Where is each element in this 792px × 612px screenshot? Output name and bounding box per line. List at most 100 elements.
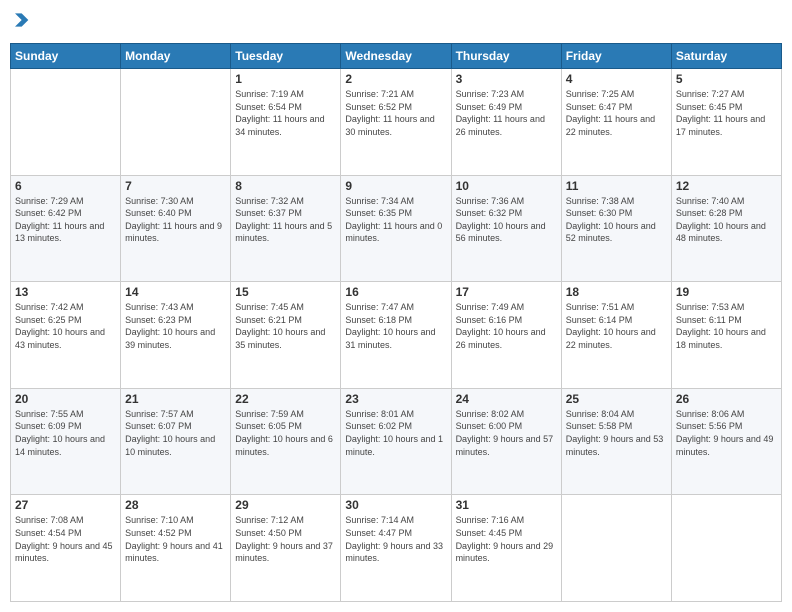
day-number: 9 — [345, 179, 446, 193]
calendar-cell: 29 Sunrise: 7:12 AM Sunset: 4:50 PM Dayli… — [231, 495, 341, 602]
day-detail: Sunrise: 7:51 AM Sunset: 6:14 PM Dayligh… — [566, 301, 667, 351]
day-detail: Sunrise: 7:36 AM Sunset: 6:32 PM Dayligh… — [456, 195, 557, 245]
calendar-cell: 28 Sunrise: 7:10 AM Sunset: 4:52 PM Dayli… — [121, 495, 231, 602]
logo-icon — [10, 10, 30, 30]
calendar-header-monday: Monday — [121, 44, 231, 69]
day-number: 4 — [566, 72, 667, 86]
calendar-cell: 21 Sunrise: 7:57 AM Sunset: 6:07 PM Dayli… — [121, 388, 231, 495]
day-number: 28 — [125, 498, 226, 512]
logo — [10, 10, 32, 35]
calendar-cell: 25Sunrise: 8:04 AM Sunset: 5:58 PM Dayli… — [561, 388, 671, 495]
day-number: 14 — [125, 285, 226, 299]
day-detail: Sunrise: 7:40 AM Sunset: 6:28 PM Dayligh… — [676, 195, 777, 245]
calendar-cell: 11 Sunrise: 7:38 AM Sunset: 6:30 PM Dayli… — [561, 175, 671, 282]
calendar-cell: 9 Sunrise: 7:34 AM Sunset: 6:35 PM Daylig… — [341, 175, 451, 282]
day-number: 21 — [125, 392, 226, 406]
day-number: 23 — [345, 392, 446, 406]
calendar-cell: 24 Sunrise: 8:02 AM Sunset: 6:00 PM Dayli… — [451, 388, 561, 495]
day-number: 29 — [235, 498, 336, 512]
calendar-header-saturday: Saturday — [671, 44, 781, 69]
day-number: 8 — [235, 179, 336, 193]
calendar-cell — [11, 69, 121, 176]
day-detail: Sunrise: 7:45 AM Sunset: 6:21 PM Dayligh… — [235, 301, 336, 351]
day-detail: Sunrise: 7:49 AM Sunset: 6:16 PM Dayligh… — [456, 301, 557, 351]
day-detail: Sunrise: 7:32 AM Sunset: 6:37 PM Dayligh… — [235, 195, 336, 245]
day-detail: Sunrise: 7:43 AM Sunset: 6:23 PM Dayligh… — [125, 301, 226, 351]
day-detail: Sunrise: 8:02 AM Sunset: 6:00 PM Dayligh… — [456, 408, 557, 458]
calendar-header-wednesday: Wednesday — [341, 44, 451, 69]
calendar-cell: 26Sunrise: 8:06 AM Sunset: 5:56 PM Dayli… — [671, 388, 781, 495]
day-number: 18 — [566, 285, 667, 299]
day-number: 17 — [456, 285, 557, 299]
calendar-cell: 14 Sunrise: 7:43 AM Sunset: 6:23 PM Dayli… — [121, 282, 231, 389]
day-detail: Sunrise: 7:57 AM Sunset: 6:07 PM Dayligh… — [125, 408, 226, 458]
calendar-cell — [121, 69, 231, 176]
day-detail: Sunrise: 7:34 AM Sunset: 6:35 PM Dayligh… — [345, 195, 446, 245]
calendar-cell: 16 Sunrise: 7:47 AM Sunset: 6:18 PM Dayli… — [341, 282, 451, 389]
day-number: 3 — [456, 72, 557, 86]
calendar-header-tuesday: Tuesday — [231, 44, 341, 69]
day-number: 26 — [676, 392, 777, 406]
calendar-week-3: 13 Sunrise: 7:42 AM Sunset: 6:25 PM Dayli… — [11, 282, 782, 389]
calendar-header-row: SundayMondayTuesdayWednesdayThursdayFrid… — [11, 44, 782, 69]
calendar-cell: 27 Sunrise: 7:08 AM Sunset: 4:54 PM Dayli… — [11, 495, 121, 602]
day-detail: Sunrise: 8:01 AM Sunset: 6:02 PM Dayligh… — [345, 408, 446, 458]
day-detail: Sunrise: 7:53 AM Sunset: 6:11 PM Dayligh… — [676, 301, 777, 351]
calendar-cell: 30 Sunrise: 7:14 AM Sunset: 4:47 PM Dayli… — [341, 495, 451, 602]
calendar-cell — [561, 495, 671, 602]
calendar-header-thursday: Thursday — [451, 44, 561, 69]
calendar-cell: 13 Sunrise: 7:42 AM Sunset: 6:25 PM Dayli… — [11, 282, 121, 389]
day-number: 16 — [345, 285, 446, 299]
day-detail: Sunrise: 7:55 AM Sunset: 6:09 PM Dayligh… — [15, 408, 116, 458]
day-detail: Sunrise: 7:42 AM Sunset: 6:25 PM Dayligh… — [15, 301, 116, 351]
day-detail: Sunrise: 7:16 AM Sunset: 4:45 PM Dayligh… — [456, 514, 557, 564]
calendar-cell: 15Sunrise: 7:45 AM Sunset: 6:21 PM Dayli… — [231, 282, 341, 389]
calendar-cell: 5Sunrise: 7:27 AM Sunset: 6:45 PM Daylig… — [671, 69, 781, 176]
calendar-week-5: 27 Sunrise: 7:08 AM Sunset: 4:54 PM Dayli… — [11, 495, 782, 602]
calendar-header-sunday: Sunday — [11, 44, 121, 69]
day-detail: Sunrise: 7:10 AM Sunset: 4:52 PM Dayligh… — [125, 514, 226, 564]
calendar-cell: 23 Sunrise: 8:01 AM Sunset: 6:02 PM Dayli… — [341, 388, 451, 495]
calendar-cell: 31 Sunrise: 7:16 AM Sunset: 4:45 PM Dayli… — [451, 495, 561, 602]
calendar-cell: 7 Sunrise: 7:30 AM Sunset: 6:40 PM Daylig… — [121, 175, 231, 282]
day-number: 24 — [456, 392, 557, 406]
day-number: 27 — [15, 498, 116, 512]
calendar: SundayMondayTuesdayWednesdayThursdayFrid… — [10, 43, 782, 602]
calendar-cell: 20 Sunrise: 7:55 AM Sunset: 6:09 PM Dayli… — [11, 388, 121, 495]
calendar-cell: 10Sunrise: 7:36 AM Sunset: 6:32 PM Dayli… — [451, 175, 561, 282]
calendar-cell: 22Sunrise: 7:59 AM Sunset: 6:05 PM Dayli… — [231, 388, 341, 495]
day-number: 2 — [345, 72, 446, 86]
calendar-week-1: 1Sunrise: 7:19 AM Sunset: 6:54 PM Daylig… — [11, 69, 782, 176]
day-number: 12 — [676, 179, 777, 193]
day-detail: Sunrise: 7:21 AM Sunset: 6:52 PM Dayligh… — [345, 88, 446, 138]
calendar-header-friday: Friday — [561, 44, 671, 69]
calendar-cell: 6Sunrise: 7:29 AM Sunset: 6:42 PM Daylig… — [11, 175, 121, 282]
day-detail: Sunrise: 7:14 AM Sunset: 4:47 PM Dayligh… — [345, 514, 446, 564]
day-detail: Sunrise: 7:23 AM Sunset: 6:49 PM Dayligh… — [456, 88, 557, 138]
day-detail: Sunrise: 7:59 AM Sunset: 6:05 PM Dayligh… — [235, 408, 336, 458]
calendar-cell: 18 Sunrise: 7:51 AM Sunset: 6:14 PM Dayli… — [561, 282, 671, 389]
calendar-cell: 19 Sunrise: 7:53 AM Sunset: 6:11 PM Dayli… — [671, 282, 781, 389]
calendar-week-2: 6Sunrise: 7:29 AM Sunset: 6:42 PM Daylig… — [11, 175, 782, 282]
day-detail: Sunrise: 7:08 AM Sunset: 4:54 PM Dayligh… — [15, 514, 116, 564]
day-number: 30 — [345, 498, 446, 512]
day-detail: Sunrise: 7:30 AM Sunset: 6:40 PM Dayligh… — [125, 195, 226, 245]
day-detail: Sunrise: 7:12 AM Sunset: 4:50 PM Dayligh… — [235, 514, 336, 564]
day-number: 6 — [15, 179, 116, 193]
day-detail: Sunrise: 7:47 AM Sunset: 6:18 PM Dayligh… — [345, 301, 446, 351]
header — [10, 10, 782, 35]
page: SundayMondayTuesdayWednesdayThursdayFrid… — [0, 0, 792, 612]
day-detail: Sunrise: 7:25 AM Sunset: 6:47 PM Dayligh… — [566, 88, 667, 138]
calendar-cell: 2 Sunrise: 7:21 AM Sunset: 6:52 PM Daylig… — [341, 69, 451, 176]
day-number: 11 — [566, 179, 667, 193]
day-number: 7 — [125, 179, 226, 193]
day-number: 19 — [676, 285, 777, 299]
calendar-week-4: 20 Sunrise: 7:55 AM Sunset: 6:09 PM Dayli… — [11, 388, 782, 495]
calendar-cell: 17 Sunrise: 7:49 AM Sunset: 6:16 PM Dayli… — [451, 282, 561, 389]
day-number: 20 — [15, 392, 116, 406]
day-detail: Sunrise: 7:19 AM Sunset: 6:54 PM Dayligh… — [235, 88, 336, 138]
day-number: 31 — [456, 498, 557, 512]
day-number: 13 — [15, 285, 116, 299]
day-detail: Sunrise: 7:38 AM Sunset: 6:30 PM Dayligh… — [566, 195, 667, 245]
day-number: 5 — [676, 72, 777, 86]
